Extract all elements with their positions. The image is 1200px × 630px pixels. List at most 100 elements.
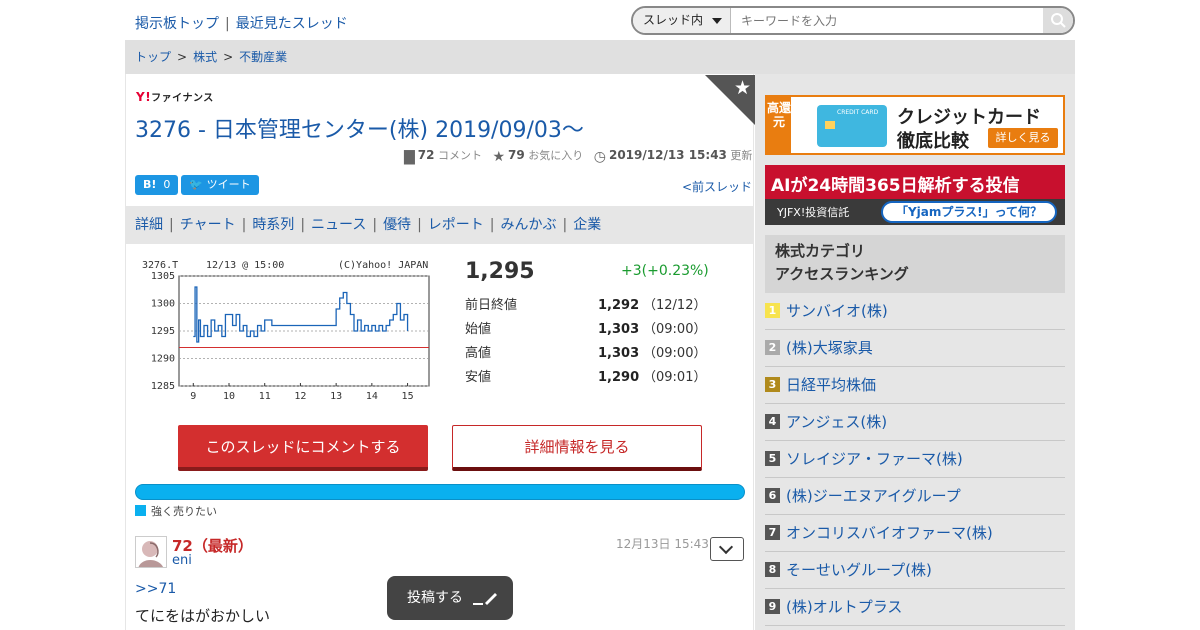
yahoo-finance-logo: Y!ファイナンス xyxy=(136,90,214,104)
search-button[interactable] xyxy=(1043,8,1073,33)
ranking-list: 1 サンバイオ(株) 2 (株)大塚家具 3 日経平均株価 4 アンジェス(株) 5 ソレ… xyxy=(765,293,1065,626)
comment-on-thread-button[interactable]: このスレッドにコメントする xyxy=(178,425,428,471)
rank-badge: 9 xyxy=(765,599,780,614)
credit-card-icon: CREDIT CARD xyxy=(817,105,887,147)
ranking-item[interactable]: 8 そーせいグループ(株) xyxy=(765,552,1065,589)
x-tick-label: 14 xyxy=(366,391,378,402)
prev-thread-link[interactable]: <前スレッド xyxy=(682,178,752,195)
rank-badge: 7 xyxy=(765,525,780,540)
stock-tabs: 詳細 | チャート | 時系列 | ニュース | 優待 | レポート | みんかぶ | 企業 xyxy=(125,206,754,244)
search-box: スレッド内 xyxy=(631,6,1075,35)
x-tick-label: 9 xyxy=(190,391,196,402)
x-tick-label: 13 xyxy=(330,391,342,402)
legend-swatch xyxy=(135,505,146,516)
ad-line1: クレジットカード xyxy=(897,107,1041,128)
tab-timeseries[interactable]: 時系列 xyxy=(252,217,294,233)
breadcrumb: トップ > 株式 > 不動産業 xyxy=(125,40,1075,74)
ad-tag: 高還元 xyxy=(767,97,791,153)
comment-icon: ▇ xyxy=(404,149,415,165)
thread-title: 3276 - 日本管理センター(株) 2019/09/03〜 xyxy=(135,118,584,143)
tab-report[interactable]: レポート xyxy=(428,217,484,233)
price-table: 前日終値 1,292 （12/12） 始値 1,303 （09:00） 高値 1,303 （… xyxy=(465,296,707,392)
credit-card-ad[interactable]: 高還元 CREDIT CARD クレジットカード 徹底比較 詳しく見る xyxy=(765,95,1065,155)
favorite-corner-button[interactable]: ★ xyxy=(705,75,755,125)
rank-badge: 8 xyxy=(765,562,780,577)
avatar[interactable] xyxy=(135,536,167,568)
ad2-line1: AIが24時間365日解析する投信 xyxy=(771,176,1020,196)
twitter-icon: 🐦 xyxy=(189,178,204,191)
breadcrumb-stocks[interactable]: 株式 xyxy=(193,50,217,64)
ad2-pill-button[interactable]: 「Yjamプラス!」って何？ xyxy=(881,201,1057,223)
ranking-item[interactable]: 6 (株)ジーエヌアイグループ xyxy=(765,478,1065,515)
comments-count: 72 xyxy=(417,148,435,162)
ad-line2: 徹底比較 xyxy=(897,131,969,152)
search-icon xyxy=(1051,13,1066,28)
rank-badge: 3 xyxy=(765,377,780,392)
tab-detail[interactable]: 詳細 xyxy=(135,217,163,233)
ranking-item[interactable]: 1 サンバイオ(株) xyxy=(765,293,1065,330)
comment-text: てにをはがおかしい xyxy=(135,607,271,625)
sentiment-bar xyxy=(135,484,745,500)
ranking-item[interactable]: 9 (株)オルトプラス xyxy=(765,589,1065,626)
price-change: +3(+0.23%) xyxy=(621,263,709,279)
y-tick-label: 1300 xyxy=(151,299,175,310)
x-tick-label: 15 xyxy=(402,391,414,402)
tab-company[interactable]: 企業 xyxy=(573,217,601,233)
reply-anchor-link[interactable]: >>71 xyxy=(135,581,176,597)
yjfx-ad[interactable]: AIが24時間365日解析する投信 YJFX!投資信託 「Yjamプラス!」って何… xyxy=(765,165,1065,225)
tweet-button[interactable]: 🐦 ツイート xyxy=(181,175,259,195)
thread-meta: ▇ 72 コメント ★ 79 お気に入り ◷ 2019/12/13 15:43 更新 xyxy=(404,147,773,165)
ranking-item[interactable]: 4 アンジェス(株) xyxy=(765,404,1065,441)
rank-badge: 6 xyxy=(765,488,780,503)
chart-header-copyright: (C)Yahoo! JAPAN xyxy=(338,260,428,271)
search-scope-label: スレッド内 xyxy=(643,13,704,27)
y-tick-label: 1305 xyxy=(151,271,175,282)
rank-badge: 1 xyxy=(765,303,780,318)
nav-recent-threads[interactable]: 最近見たスレッド xyxy=(236,16,348,32)
social-buttons: B! 0 🐦 ツイート xyxy=(135,173,262,195)
x-tick-label: 10 xyxy=(223,391,235,402)
breadcrumb-real-estate[interactable]: 不動産業 xyxy=(239,50,287,64)
chart-header-left: 3276.T xyxy=(142,260,178,271)
updated-time: 2019/12/13 15:43 xyxy=(608,148,727,162)
rank-badge: 4 xyxy=(765,414,780,429)
intraday-chart: 3276.T 12/13 @ 15:00 (C)Yahoo! JAPAN 130… xyxy=(142,260,430,402)
y-tick-label: 1285 xyxy=(151,381,175,392)
comment-date: 12月13日 15:43 xyxy=(616,537,709,551)
ranking-item[interactable]: 5 ソレイジア・ファーマ(株) xyxy=(765,441,1065,478)
chevron-down-icon xyxy=(718,539,734,555)
search-input[interactable] xyxy=(741,11,1031,30)
y-tick-label: 1290 xyxy=(151,354,175,365)
ranking-item[interactable]: 7 オンコリスバイオファーマ(株) xyxy=(765,515,1065,552)
rank-badge: 2 xyxy=(765,340,780,355)
comment-menu-button[interactable] xyxy=(710,537,744,561)
comment-user[interactable]: eni xyxy=(172,553,192,568)
tab-news[interactable]: ニュース xyxy=(311,217,366,233)
ad2-brand: YJFX!投資信託 xyxy=(777,206,850,219)
post-button[interactable]: 投稿する xyxy=(387,576,513,620)
tab-minkabu[interactable]: みんかぶ xyxy=(501,217,557,233)
sentiment-legend: 強く売りたい xyxy=(135,503,217,519)
ad-more-button[interactable]: 詳しく見る xyxy=(988,128,1058,148)
pencil-icon xyxy=(473,593,498,605)
chart-header-time: 12/13 @ 15:00 xyxy=(206,260,284,271)
ranking-item[interactable]: 3 日経平均株価 xyxy=(765,367,1065,404)
breadcrumb-top[interactable]: トップ xyxy=(135,50,171,64)
nav-board-top[interactable]: 掲示板トップ xyxy=(135,16,219,32)
x-tick-label: 11 xyxy=(259,391,271,402)
hatena-bookmark-button[interactable]: B! 0 xyxy=(135,175,179,195)
price-row-prev-close: 前日終値 1,292 （12/12） xyxy=(465,298,707,313)
rank-badge: 5 xyxy=(765,451,780,466)
user-avatar-icon xyxy=(138,541,163,567)
current-price: 1,295 xyxy=(465,259,535,284)
price-row-high: 高値 1,303 （09:00） xyxy=(465,346,707,361)
star-icon: ★ xyxy=(492,149,506,165)
x-tick-label: 12 xyxy=(294,391,306,402)
tab-chart[interactable]: チャート xyxy=(180,217,236,233)
tab-benefits[interactable]: 優待 xyxy=(383,217,411,233)
nav-separator: | xyxy=(225,16,230,32)
ranking-item[interactable]: 2 (株)大塚家具 xyxy=(765,330,1065,367)
view-details-button[interactable]: 詳細情報を見る xyxy=(452,425,702,471)
price-row-open: 始値 1,303 （09:00） xyxy=(465,322,707,337)
search-scope-select[interactable]: スレッド内 xyxy=(633,8,731,33)
